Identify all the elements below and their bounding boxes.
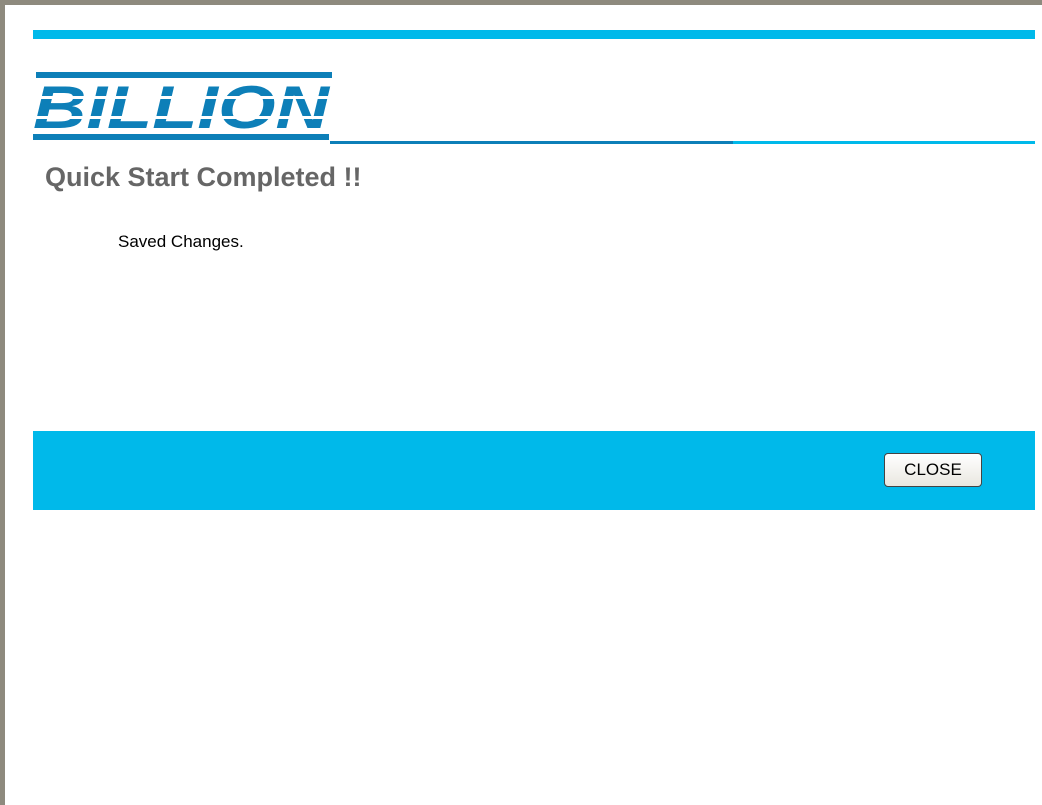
billion-logo-text: BILLION [33, 74, 331, 141]
header-rule-accent [330, 141, 733, 144]
action-bar: CLOSE [33, 431, 1035, 510]
close-button[interactable]: CLOSE [884, 453, 982, 487]
browser-frame: BILLION Quick Start Completed !! Saved C… [0, 0, 1042, 805]
status-message: Saved Changes. [118, 232, 244, 251]
page-title: Quick Start Completed !! [45, 162, 362, 192]
header-accent-bar [33, 30, 1035, 39]
billion-logo-graphic: BILLION [33, 72, 338, 141]
billion-logo: BILLION [33, 68, 338, 144]
